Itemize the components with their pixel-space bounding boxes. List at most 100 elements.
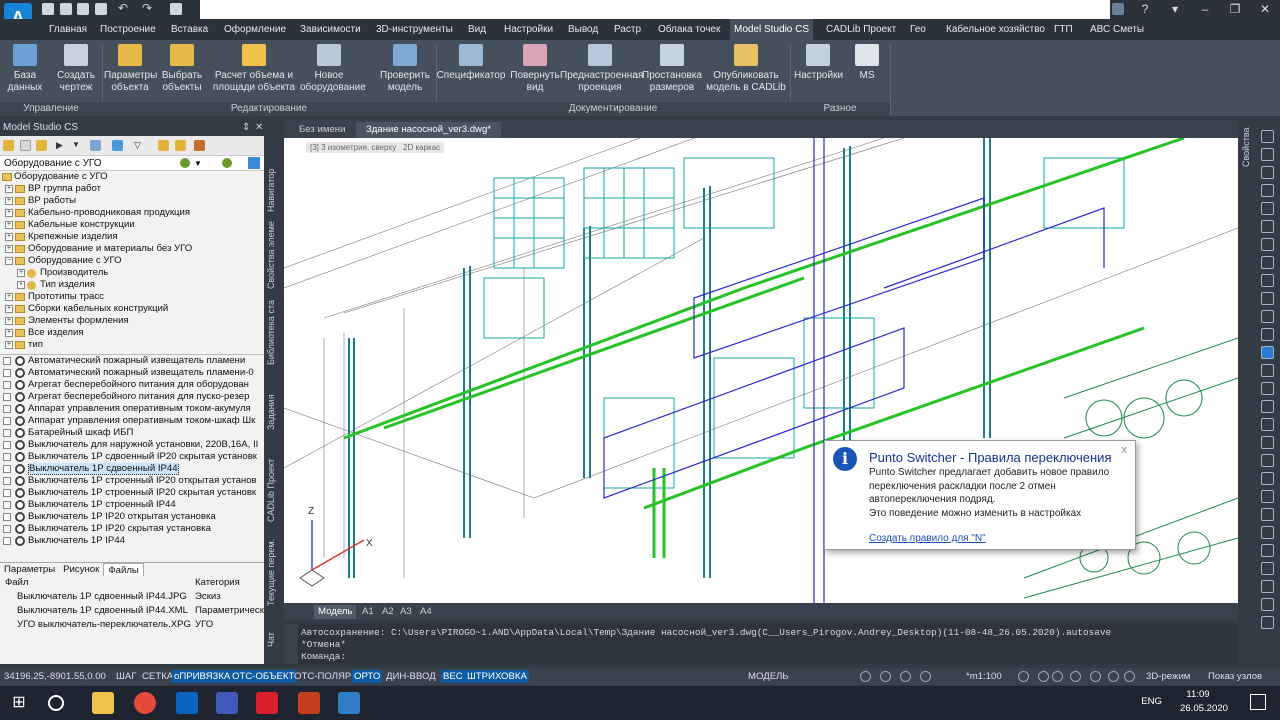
document-tab[interactable]: Без имени — [289, 122, 355, 138]
pin-icon[interactable]: ⇕ — [242, 120, 250, 136]
check-model-button[interactable]: Проверить модель — [380, 44, 430, 94]
status-toggle[interactable]: ШАГ — [114, 670, 138, 683]
list-item[interactable]: Выключатель 1Р сдвоенный IP20 скрытая ус… — [0, 451, 264, 463]
ribbon-tab[interactable]: Кабельное хозяйство — [942, 19, 1049, 40]
tools-icon[interactable] — [158, 140, 169, 151]
list-item[interactable]: Выключатель для наружной установки, 220В… — [0, 439, 264, 451]
tree-item[interactable]: + тип — [0, 339, 264, 350]
ribbon-tab[interactable]: АВС Сметы — [1086, 19, 1148, 40]
expand-icon[interactable]: + — [5, 329, 13, 337]
ribbon-tab[interactable]: Вывод — [564, 19, 602, 40]
list-item[interactable]: Выключатель 1Р IP20 скрытая установка — [0, 523, 264, 535]
tool-icon[interactable] — [1261, 472, 1274, 485]
list-item[interactable]: Выключатель 1Р сдвоенный IP44 — [0, 463, 264, 475]
bottom-tab[interactable]: Файлы — [103, 563, 144, 576]
tool-icon[interactable] — [1261, 454, 1274, 467]
database-button[interactable]: База данных — [5, 44, 45, 94]
expand-icon[interactable] — [3, 513, 11, 521]
dropdown-icon[interactable]: ▾ — [1160, 0, 1190, 19]
play-icon[interactable]: ▶ — [56, 140, 67, 151]
expand-icon[interactable]: + — [17, 269, 25, 277]
select-objects-button[interactable]: Выбрать объекты — [160, 44, 204, 94]
powerpoint-icon[interactable] — [298, 692, 320, 714]
tool-icon[interactable] — [1261, 544, 1274, 557]
tool-icon[interactable] — [1261, 418, 1274, 431]
tree-item[interactable]: + ВР группа работ — [0, 183, 264, 195]
list-item[interactable]: Агрегат бесперебойного питания для пуско… — [0, 391, 264, 403]
outlook-icon[interactable] — [176, 692, 198, 714]
tree-item[interactable]: + Кабельно-проводниковая продукция — [0, 207, 264, 219]
side-tab[interactable]: Задания — [266, 382, 282, 442]
file-row[interactable]: УГО выключатель-переключатель.XPG УГО — [5, 618, 264, 632]
list-item[interactable]: Выключатель 1Р строенный IP20 скрытая ус… — [0, 487, 264, 499]
list-item[interactable]: Выключатель 1Р строенный IP44 — [0, 499, 264, 511]
tool-icon[interactable] — [1261, 364, 1274, 377]
ribbon-tab[interactable]: Зависимости — [296, 19, 365, 40]
status-icon[interactable] — [1090, 671, 1101, 682]
dimensions-button[interactable]: Простановка размеров — [640, 44, 704, 94]
expand-icon[interactable] — [3, 417, 11, 425]
category-combo[interactable]: Оборудование с УГО ▼ — [0, 156, 264, 171]
save-icon[interactable] — [77, 3, 89, 15]
save-as-icon[interactable] — [95, 3, 107, 15]
redo-icon[interactable]: ↷ — [142, 2, 154, 15]
command-window[interactable]: Автосохранение: C:\Users\PIROGO~1.AND\Ap… — [284, 624, 1238, 664]
expand-icon[interactable] — [3, 381, 11, 389]
status-icon[interactable] — [1108, 671, 1119, 682]
chrome-icon[interactable] — [134, 692, 156, 714]
expand-icon[interactable]: + — [5, 233, 13, 241]
view-control-label[interactable]: 2D каркас — [399, 142, 445, 153]
tool-icon[interactable] — [1261, 526, 1274, 539]
status-toggle[interactable]: ОРТО — [352, 670, 383, 683]
list-icon[interactable] — [20, 140, 31, 151]
ribbon-tab[interactable]: Облака точек — [654, 19, 724, 40]
list-item[interactable]: Выключатель 1Р строенный IP20 открытая у… — [0, 475, 264, 487]
tool-icon[interactable] — [1261, 166, 1274, 179]
tree-item[interactable]: + Производитель — [0, 267, 264, 279]
tool-icon[interactable] — [1261, 310, 1274, 323]
expand-icon[interactable] — [3, 453, 11, 461]
tool-icon[interactable] — [1261, 238, 1274, 251]
status-toggle[interactable]: ОТС-ОБЪЕКТ — [230, 670, 297, 683]
projection-button[interactable]: Преднастроенная проекция — [560, 44, 643, 94]
tree-icon[interactable] — [112, 140, 123, 151]
status-icon[interactable] — [1018, 671, 1029, 682]
list-item[interactable]: Батарейный шкаф ИБП — [0, 427, 264, 439]
status-icon[interactable] — [1124, 671, 1135, 682]
tool-icon[interactable] — [1261, 490, 1274, 503]
tree-item[interactable]: + Прототипы трасс — [0, 291, 264, 303]
expand-icon[interactable] — [3, 357, 11, 365]
tool-icon[interactable] — [1261, 436, 1274, 449]
filter-icon[interactable]: ▽ — [134, 140, 145, 151]
clock-time[interactable]: 11:09 — [1178, 689, 1218, 700]
expand-icon[interactable] — [3, 441, 11, 449]
clock-date[interactable]: 26.05.2020 — [1174, 703, 1234, 714]
expand-icon[interactable] — [3, 465, 11, 473]
tree-item[interactable]: − Оборудование с УГО — [0, 255, 264, 267]
list-item[interactable]: Аппарат управления оперативным током-шка… — [0, 415, 264, 427]
expand-icon[interactable] — [3, 393, 11, 401]
side-tab[interactable]: Текущие перем. — [266, 535, 282, 610]
expand-icon[interactable] — [3, 525, 11, 533]
file-row[interactable]: Выключатель 1Р сдвоенный IP44.XML Парамет… — [5, 604, 264, 618]
annotation-scale[interactable]: *m1:100 — [964, 670, 1004, 683]
expand-icon[interactable]: + — [5, 245, 13, 253]
tree-item[interactable]: + Тип изделия — [0, 279, 264, 291]
input-language[interactable]: ENG — [1141, 696, 1162, 707]
status-toggle[interactable]: ВЕС — [441, 670, 465, 683]
close-button[interactable]: ✕ — [1250, 0, 1280, 19]
ribbon-tab[interactable]: Оформление — [220, 19, 290, 40]
ribbon-tab[interactable]: Model Studio CS — [730, 19, 814, 40]
properties-tab[interactable]: Свойства — [1241, 122, 1257, 172]
ribbon-tab[interactable]: ГТП — [1050, 19, 1077, 40]
tool-icon[interactable] — [1261, 580, 1274, 593]
publish-button[interactable]: Опубликовать модель в CADLib — [706, 44, 786, 94]
volume-area-button[interactable]: Расчет объема и площади объекта — [212, 44, 296, 94]
save-app-icon[interactable] — [216, 692, 238, 714]
layout-tab[interactable]: А1 — [358, 605, 378, 619]
status-icon[interactable] — [880, 671, 891, 682]
expand-icon[interactable]: + — [5, 293, 13, 301]
view-control-label[interactable]: [3] 3 изометрия, сверху — [306, 142, 401, 153]
list-item[interactable]: Аппарат управления оперативным током-аку… — [0, 403, 264, 415]
expand-icon[interactable] — [3, 477, 11, 485]
